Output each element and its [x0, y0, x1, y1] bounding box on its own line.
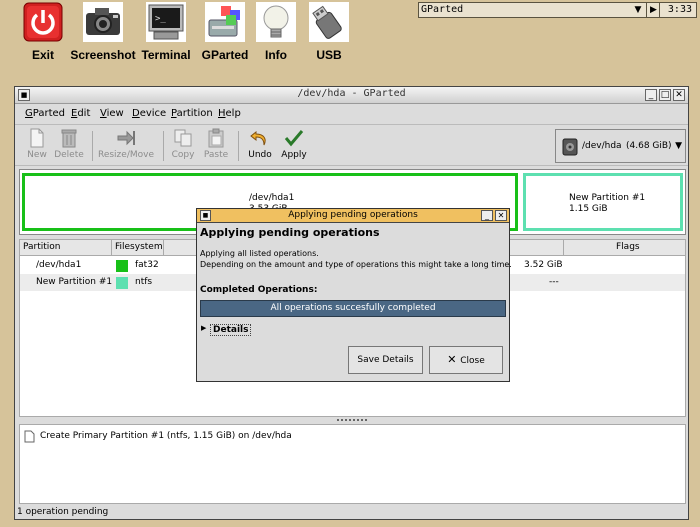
- delete-button[interactable]: Delete: [53, 128, 85, 164]
- row-partition: New Partition #1: [36, 277, 113, 287]
- chevron-down-icon[interactable]: ▼: [632, 3, 644, 17]
- partition-block-name: /dev/hda1: [249, 193, 295, 203]
- operation-item[interactable]: Create Primary Partition #1 (ntfs, 1.15 …: [40, 431, 292, 441]
- column-header-partition[interactable]: Partition: [23, 242, 61, 252]
- column-divider: [163, 240, 164, 255]
- menu-device[interactable]: Device: [132, 108, 166, 119]
- checkmark-icon: [284, 128, 304, 148]
- play-icon[interactable]: ▶: [648, 3, 660, 17]
- apply-button[interactable]: Apply: [279, 128, 309, 164]
- device-size: (4.68 GiB): [626, 141, 672, 151]
- column-header-filesystem[interactable]: Filesystem: [115, 242, 163, 252]
- menu-gparted[interactable]: GParted: [25, 108, 65, 119]
- clock: 3:33: [667, 4, 692, 15]
- status-bar: 1 operation pending: [17, 507, 109, 517]
- partition-block-size: 1.15 GiB: [569, 204, 608, 214]
- dialog-text-line1: Applying all listed operations.: [200, 249, 319, 258]
- menu-view[interactable]: View: [100, 108, 124, 119]
- column-header-flags[interactable]: Flags: [616, 242, 640, 252]
- copy-button[interactable]: Copy: [170, 128, 196, 164]
- terminal-icon: >_: [146, 2, 186, 42]
- undo-button[interactable]: Undo: [246, 128, 274, 164]
- toolbar-separator: [238, 131, 239, 161]
- copy-icon: [173, 128, 193, 148]
- close-button[interactable]: ✕ Close: [429, 346, 503, 374]
- x-icon: ✕: [447, 353, 461, 366]
- gparted-icon: [205, 2, 245, 42]
- undo-icon: [250, 128, 270, 148]
- paste-icon: [206, 128, 226, 148]
- chevron-down-icon: ▼: [675, 141, 682, 151]
- minimize-icon[interactable]: _: [481, 210, 493, 221]
- trash-icon: [59, 128, 79, 148]
- row-filesystem: fat32: [135, 260, 159, 270]
- device-name: /dev/hda: [582, 141, 622, 151]
- column-divider: [111, 240, 112, 255]
- dialog-titlebar[interactable]: ■ Applying pending operations _ ✕: [197, 209, 509, 223]
- filesystem-color-swatch: [116, 277, 128, 289]
- close-icon[interactable]: ✕: [673, 89, 685, 101]
- partition-block-new[interactable]: New Partition #1 1.15 GiB: [523, 173, 683, 231]
- pane-splitter[interactable]: [337, 419, 367, 423]
- row-size: ---: [549, 277, 559, 287]
- screenshot-launcher[interactable]: Screenshot: [68, 2, 138, 62]
- window-list-select[interactable]: GParted: [419, 3, 647, 17]
- svg-text:>_: >_: [155, 14, 166, 24]
- launcher-label: USB: [316, 48, 342, 62]
- taskbar: GParted ▼ ▶ 3:33: [418, 2, 697, 18]
- row-filesystem: ntfs: [135, 277, 153, 287]
- pending-operations-list: Create Primary Partition #1 (ntfs, 1.15 …: [19, 424, 686, 504]
- resize-move-button[interactable]: Resize/Move: [97, 128, 155, 164]
- partition-block-name: New Partition #1: [569, 193, 646, 203]
- details-expander[interactable]: Details: [210, 324, 252, 336]
- save-details-button[interactable]: Save Details: [348, 346, 423, 374]
- dialog-heading: Applying pending operations: [200, 226, 380, 239]
- toolbar-separator: [92, 131, 93, 161]
- column-divider: [563, 240, 564, 255]
- toolbar: New Delete Resize/Move Copy Paste Undo A…: [15, 124, 688, 166]
- resize-arrow-icon: [116, 128, 136, 148]
- menu-partition[interactable]: Partition: [171, 108, 213, 119]
- apply-operations-dialog: ■ Applying pending operations _ ✕ Applyi…: [196, 208, 512, 382]
- close-icon[interactable]: ✕: [495, 210, 507, 221]
- row-size: 3.52 GiB: [524, 260, 563, 270]
- maximize-icon[interactable]: □: [659, 89, 671, 101]
- dialog-title: Applying pending operations: [288, 210, 418, 220]
- dialog-text-line2: Depending on the amount and type of oper…: [200, 260, 512, 269]
- expander-arrow-icon[interactable]: ▶: [201, 324, 206, 332]
- new-button[interactable]: New: [23, 128, 51, 164]
- minimize-icon[interactable]: _: [645, 89, 657, 101]
- menu-help[interactable]: Help: [218, 108, 241, 119]
- paste-button[interactable]: Paste: [202, 128, 230, 164]
- lightbulb-icon: [256, 2, 296, 42]
- launcher-label: Screenshot: [70, 48, 136, 62]
- power-icon: [23, 2, 63, 42]
- usb-drive-icon: [309, 2, 349, 42]
- window-title: /dev/hda - GParted: [297, 88, 406, 99]
- toolbar-separator: [163, 131, 164, 161]
- device-selector[interactable]: /dev/hda (4.68 GiB) ▼: [555, 129, 686, 163]
- new-document-icon: [27, 128, 47, 148]
- camera-icon: [83, 2, 123, 42]
- filesystem-color-swatch: [116, 260, 128, 272]
- document-icon: [24, 430, 35, 443]
- usb-launcher[interactable]: USB: [294, 2, 364, 62]
- completed-operations-label: Completed Operations:: [200, 285, 318, 295]
- menubar: GParted Edit View Device Partition Help: [15, 105, 688, 123]
- row-partition: /dev/hda1: [36, 260, 82, 270]
- progress-bar: All operations succesfully completed: [200, 300, 506, 317]
- menu-edit[interactable]: Edit: [71, 108, 90, 119]
- window-titlebar[interactable]: ■ /dev/hda - GParted _ □ ✕: [15, 87, 688, 104]
- harddisk-icon: [562, 138, 578, 156]
